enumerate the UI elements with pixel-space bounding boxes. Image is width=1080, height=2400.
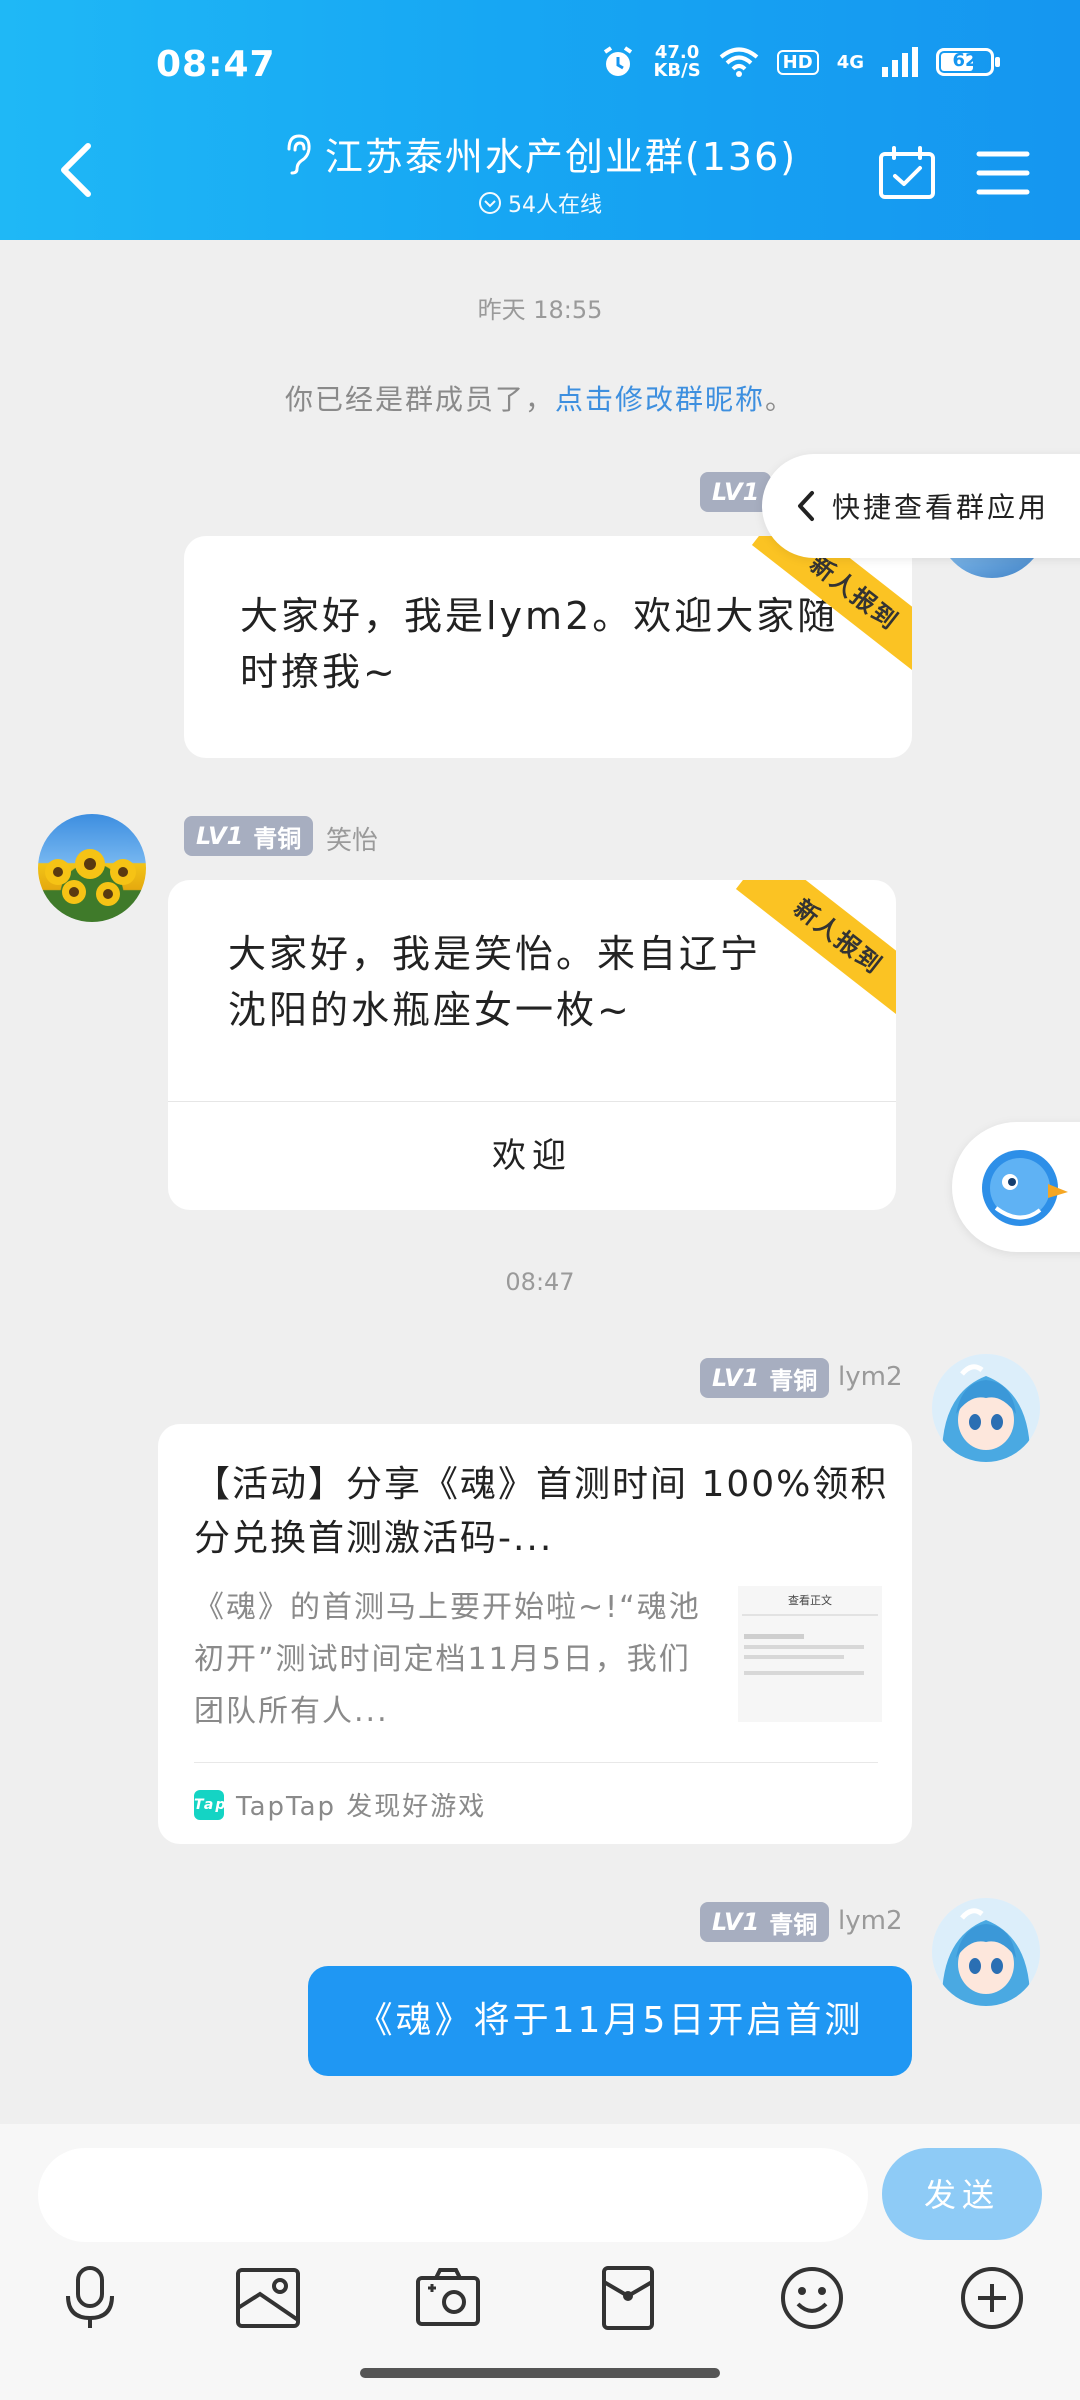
wifi-icon <box>719 47 758 77</box>
online-text: 54人在线 <box>508 193 602 218</box>
emoji-icon[interactable] <box>778 2264 846 2332</box>
level-name: 青铜 <box>253 824 302 853</box>
home-indicator[interactable] <box>360 2368 720 2378</box>
battery-icon: 62 <box>936 48 1000 76</box>
level-badge: LV1 青铜 <box>184 816 314 856</box>
level-text: LV1 <box>712 1908 760 1936</box>
sent-message-bubble: 《魂》将于11月5日开启首测 <box>308 1966 912 2076</box>
status-icons: 47.0 KB/S HD 4G 62 <box>601 44 1000 80</box>
edit-nickname-link[interactable]: 点击修改群昵称 <box>555 383 765 416</box>
share-card-title: 【活动】分享《魂》首测时间 100%领积分兑换首测激活码-... <box>194 1464 889 1559</box>
network-type: 4G <box>836 51 864 73</box>
red-packet-icon[interactable] <box>594 2264 662 2332</box>
message-input[interactable] <box>38 2148 868 2242</box>
composer: 发送 <box>0 2124 1080 2400</box>
anime-avatar[interactable] <box>932 1354 1040 1462</box>
timestamp: 昨天 18:55 <box>477 296 603 324</box>
ear-icon <box>287 133 311 174</box>
sunflower-avatar[interactable] <box>38 814 146 922</box>
menu-icon[interactable] <box>976 150 1030 196</box>
calendar-check-icon[interactable] <box>878 146 936 200</box>
image-icon[interactable] <box>234 2264 302 2332</box>
share-source-text: TapTap 发现好游戏 <box>236 1792 487 1822</box>
camera-icon[interactable] <box>414 2264 482 2332</box>
quick-group-apps-panel[interactable]: 快捷查看群应用 <box>762 454 1080 558</box>
message-text: 大家好，我是笑怡。来自辽宁沈阳的水瓶座女一枚~ <box>228 932 762 1032</box>
quick-panel-label: 快捷查看群应用 <box>832 491 1050 524</box>
sender-nickname[interactable]: lym2 <box>838 1362 902 1392</box>
net-speed: 47.0 KB/S <box>653 44 700 80</box>
online-count: 54人在线 <box>478 187 602 219</box>
level-name: 青铜 <box>769 1366 818 1395</box>
divider <box>194 1762 878 1763</box>
message-text: 大家好，我是lym2。欢迎大家随时撩我~ <box>240 594 839 694</box>
status-time: 08:47 <box>156 44 276 85</box>
system-message-end: 。 <box>765 383 796 416</box>
newcomer-message-bubble: 大家好，我是lym2。欢迎大家随时撩我~ 新人报到 <box>184 536 912 758</box>
taptap-logo: Tap <box>194 1789 225 1820</box>
bird-mascot-icon <box>982 1150 1068 1226</box>
sunflower-image <box>45 849 136 906</box>
floating-assistant-button[interactable] <box>952 1122 1080 1252</box>
sender-nickname[interactable]: lym2 <box>838 1906 902 1936</box>
battery-level: 62 <box>952 50 978 71</box>
anime-girl-image <box>932 1898 1040 2006</box>
hd-badge: HD <box>776 49 819 75</box>
level-text: LV1 <box>196 822 244 850</box>
signal-icon <box>882 47 918 77</box>
chevron-left-icon <box>798 491 814 521</box>
sender-nickname[interactable]: 笑怡 <box>326 820 378 857</box>
send-button[interactable]: 发送 <box>882 2148 1042 2240</box>
chevron-circle-icon <box>479 192 501 214</box>
thumbnail-caption: 查看正文 <box>788 1594 832 1607</box>
net-speed-unit: KB/S <box>653 60 701 81</box>
share-source: Tap TapTap 发现好游戏 <box>194 1786 486 1823</box>
level-badge: LV1 青铜 <box>700 1902 830 1942</box>
level-badge: LV1 <box>700 472 772 512</box>
plus-icon[interactable] <box>958 2264 1026 2332</box>
system-message-text: 你已经是群成员了， <box>284 383 555 416</box>
welcome-button[interactable]: 欢迎 <box>168 1101 896 1210</box>
newcomer-message-bubble: 大家好，我是笑怡。来自辽宁沈阳的水瓶座女一枚~ 新人报到 欢迎 <box>168 880 896 1210</box>
level-text: LV1 <box>712 478 760 506</box>
anime-avatar[interactable] <box>932 1898 1040 2006</box>
header: 08:47 47.0 KB/S HD 4G 62 江苏泰州水产创业群(136) … <box>0 0 1080 240</box>
level-badge: LV1 青铜 <box>700 1358 830 1398</box>
system-message: 你已经是群成员了，点击修改群昵称。 <box>0 378 1080 418</box>
level-text: LV1 <box>712 1364 760 1392</box>
timestamp: 08:47 <box>505 1268 575 1296</box>
microphone-icon[interactable] <box>56 2264 124 2332</box>
share-card-description: 《魂》的首测马上要开始啦~!“魂池初开”测试时间定档11月5日，我们团队所有人.… <box>194 1590 701 1729</box>
level-name: 青铜 <box>769 1910 818 1939</box>
group-title[interactable]: 江苏泰州水产创业群(136) <box>283 126 797 181</box>
share-card-thumbnail: 查看正文 <box>738 1586 882 1722</box>
alarm-icon <box>604 46 633 76</box>
anime-girl-image <box>932 1354 1040 1462</box>
share-card[interactable]: 【活动】分享《魂》首测时间 100%领积分兑换首测激活码-... 《魂》的首测马… <box>158 1424 912 1844</box>
group-title-text: 江苏泰州水产创业群(136) <box>324 135 798 179</box>
